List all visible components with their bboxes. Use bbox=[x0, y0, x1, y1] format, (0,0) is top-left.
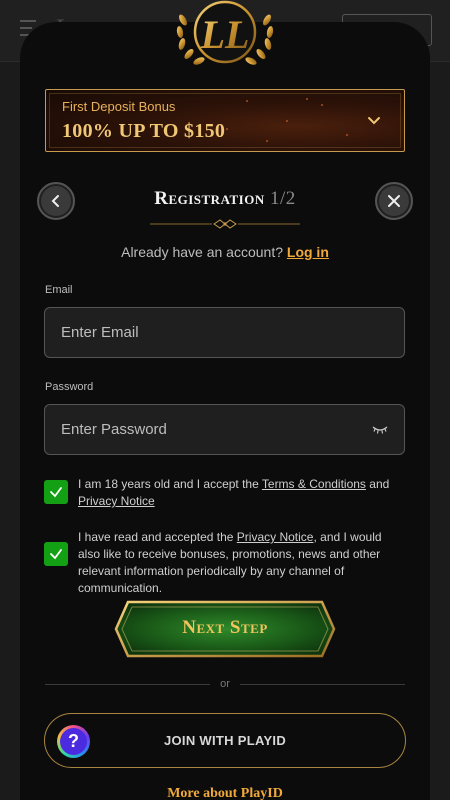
login-link[interactable]: Log in bbox=[287, 244, 329, 260]
age-terms-checkbox[interactable] bbox=[44, 480, 68, 504]
check-icon bbox=[50, 549, 62, 560]
bonus-banner[interactable]: First Deposit Bonus 100% UP TO $150 bbox=[45, 89, 405, 152]
age-text-mid: and bbox=[365, 477, 390, 491]
check-icon bbox=[50, 487, 62, 498]
email-field[interactable] bbox=[45, 308, 404, 357]
or-separator: or bbox=[220, 678, 230, 690]
close-button[interactable] bbox=[375, 182, 413, 220]
next-step-button[interactable] bbox=[114, 600, 336, 658]
login-prompt-text: Already have an account? bbox=[121, 244, 283, 260]
login-prompt: Already have an account? Log in bbox=[0, 244, 450, 260]
more-about-playid-link[interactable]: More about PlayID bbox=[0, 786, 450, 800]
close-icon bbox=[388, 195, 400, 207]
age-text-before: I am 18 years old and I accept the bbox=[78, 477, 262, 491]
eye-closed-icon[interactable] bbox=[372, 425, 388, 435]
bonus-amount: 100% UP TO $150 bbox=[62, 120, 226, 142]
bonus-label: First Deposit Bonus bbox=[62, 99, 176, 114]
terms-link[interactable]: Terms & Conditions bbox=[262, 477, 366, 491]
password-field[interactable] bbox=[45, 405, 404, 454]
privacy-link-2[interactable]: Privacy Notice bbox=[237, 530, 314, 544]
brand-emblem-icon: LL bbox=[176, 0, 274, 65]
privacy-link[interactable]: Privacy Notice bbox=[78, 494, 155, 508]
marketing-checkbox[interactable] bbox=[44, 542, 68, 566]
marketing-text: I have read and accepted the Privacy Not… bbox=[78, 529, 398, 597]
email-label: Email bbox=[45, 284, 73, 296]
title-step: 1/2 bbox=[269, 188, 296, 209]
email-field-wrapper bbox=[44, 307, 405, 358]
marketing-text-before: I have read and accepted the bbox=[78, 530, 237, 544]
password-field-wrapper bbox=[44, 404, 405, 455]
join-playid-button[interactable]: ? JOIN WITH PLAYID bbox=[44, 713, 406, 768]
age-terms-text: I am 18 years old and I accept the Terms… bbox=[78, 476, 398, 510]
chevron-down-icon[interactable] bbox=[366, 112, 382, 128]
emblem-letters: LL bbox=[200, 12, 250, 57]
title-ornament-icon bbox=[150, 219, 300, 229]
title-text: Registration bbox=[154, 188, 265, 209]
playid-label: JOIN WITH PLAYID bbox=[163, 733, 287, 748]
password-label: Password bbox=[45, 381, 94, 393]
